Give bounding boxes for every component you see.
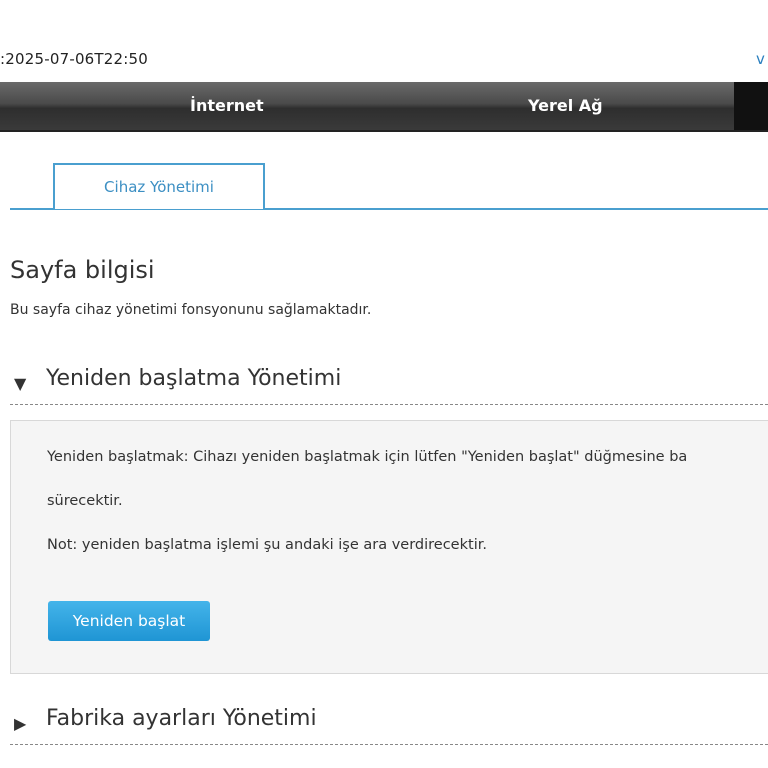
tab-label: Cihaz Yönetimi <box>104 178 214 196</box>
top-status-bar: :2025-07-06T22:50 v <box>0 50 768 72</box>
tab-device-management[interactable]: Cihaz Yönetimi <box>53 163 265 209</box>
reboot-instruction-cont: sürecektir. <box>47 493 123 509</box>
reboot-note: Not: yeniden başlatma işlemi şu andaki i… <box>47 537 487 553</box>
nav-item-next[interactable] <box>734 82 768 130</box>
page-description: Bu sayfa cihaz yönetimi fonsyonunu sağla… <box>10 302 372 318</box>
restart-button[interactable]: Yeniden başlat <box>48 601 210 641</box>
page-title: Sayfa bilgisi <box>10 256 155 284</box>
factory-section-header[interactable]: ▶ Fabrika ayarları Yönetimi <box>10 704 768 745</box>
nav-item-internet[interactable]: İnternet <box>190 96 264 115</box>
reboot-instruction: Yeniden başlatmak: Cihazı yeniden başlat… <box>47 449 688 465</box>
corner-link[interactable]: v <box>756 50 768 68</box>
factory-section-title: Fabrika ayarları Yönetimi <box>46 706 317 731</box>
main-navbar: İnternet Yerel Ağ <box>0 82 768 132</box>
reboot-panel: Yeniden başlatmak: Cihazı yeniden başlat… <box>10 420 768 674</box>
timestamp: :2025-07-06T22:50 <box>0 50 149 68</box>
nav-item-local-network[interactable]: Yerel Ağ <box>528 96 603 115</box>
reboot-section-header[interactable]: ▼ Yeniden başlatma Yönetimi <box>10 364 768 405</box>
reboot-section-title: Yeniden başlatma Yönetimi <box>46 366 342 391</box>
triangle-right-icon: ▶ <box>14 714 27 733</box>
triangle-down-icon: ▼ <box>14 374 27 393</box>
